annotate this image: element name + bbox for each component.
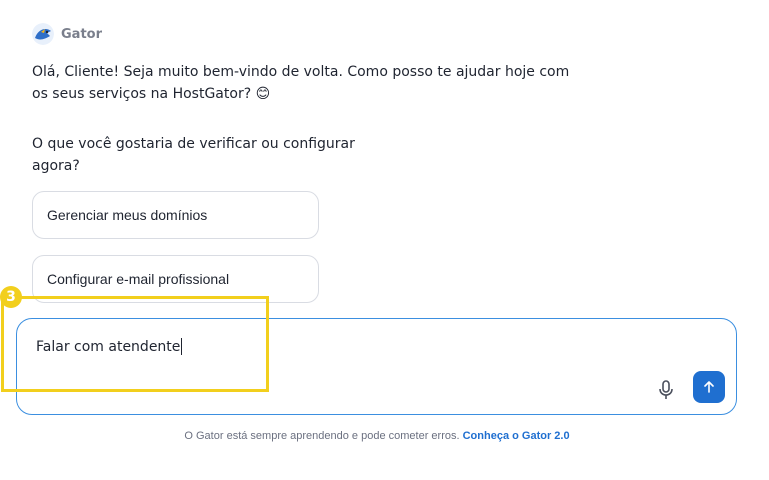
- gator-avatar-icon: [32, 23, 54, 45]
- learn-more-link[interactable]: Conheça o Gator 2.0: [463, 430, 570, 442]
- question-message: O que você gostaria de verificar ou conf…: [32, 136, 355, 174]
- option-manage-domains-button[interactable]: Gerenciar meus domínios: [32, 191, 319, 239]
- send-button[interactable]: [693, 371, 725, 403]
- disclaimer: O Gator está sempre aprendendo e pode co…: [0, 430, 754, 442]
- annotation-highlight-box: [1, 296, 269, 392]
- disclaimer-text: O Gator está sempre aprendendo e pode co…: [184, 430, 460, 442]
- microphone-icon[interactable]: [658, 380, 674, 400]
- arrow-up-icon: [704, 381, 714, 393]
- assistant-name: Gator: [61, 26, 102, 42]
- greeting-message: Olá, Cliente! Seja muito bem-vindo de vo…: [32, 64, 570, 102]
- assistant-header: Gator: [32, 23, 102, 45]
- annotation-number-badge: 3: [0, 286, 22, 308]
